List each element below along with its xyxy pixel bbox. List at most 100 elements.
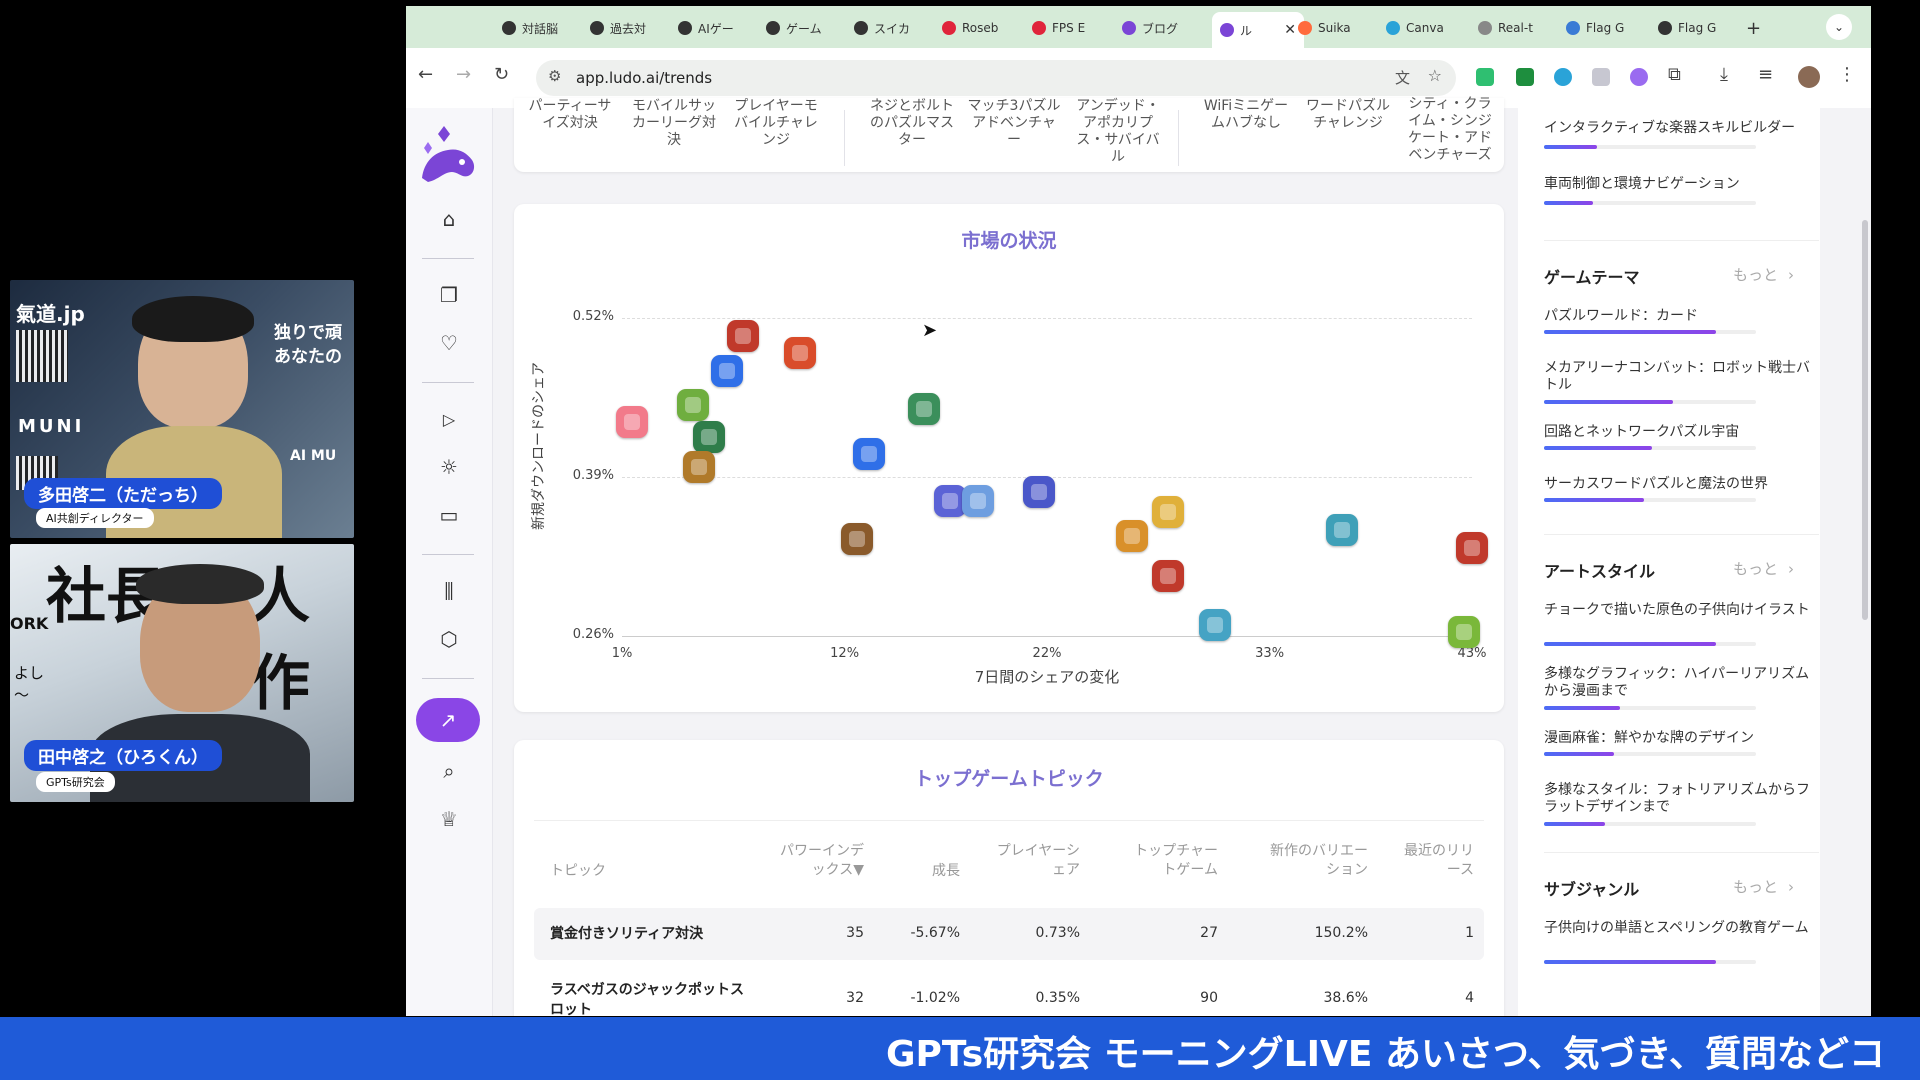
panel-item-label[interactable]: 多様なスタイル：フォトリアリズムからフラットデザインまで — [1544, 782, 1814, 816]
favorites-heart-icon[interactable]: ♡ — [434, 328, 464, 358]
scatter-point-game-icon[interactable] — [852, 437, 885, 470]
th-growth[interactable]: 成長 — [894, 862, 960, 881]
panel-item-label[interactable]: 多様なグラフィック：ハイパーリアリズムから漫画まで — [1544, 666, 1814, 700]
browser-tab[interactable]: ル ✕ — [1212, 12, 1304, 48]
topic-header-label[interactable]: アンデッド・アポカリプス・サバイバル — [1070, 98, 1166, 166]
scatter-point-game-icon[interactable] — [840, 523, 873, 556]
chat-icon[interactable]: ▭ — [434, 500, 464, 530]
scatter-point-game-icon[interactable] — [1447, 616, 1480, 649]
profile-avatar[interactable] — [1798, 66, 1820, 88]
browser-tab[interactable]: 過去対 — [590, 14, 668, 42]
section-more-link[interactable]: もっと › — [1733, 876, 1794, 897]
home-icon[interactable]: ⌂ — [434, 204, 464, 234]
media-control-icon[interactable]: ≡ — [1758, 64, 1773, 85]
menu-dots-icon[interactable]: ⋮ — [1838, 64, 1856, 85]
theme-item-label[interactable]: インタラクティブな楽器スキルビルダー — [1544, 120, 1814, 137]
tab-search-chevron-icon[interactable]: ⌄ — [1826, 14, 1852, 40]
play-icon[interactable]: ▷ — [434, 404, 464, 434]
search-icon[interactable]: ⌕ — [434, 756, 464, 786]
lightbulb-icon[interactable]: ☼ — [434, 452, 464, 482]
scatter-point-game-icon[interactable] — [907, 392, 940, 425]
extension-purple-icon[interactable] — [1630, 68, 1648, 86]
panel-item-label[interactable]: 漫画麻雀：鮮やかな牌のデザイン — [1544, 730, 1814, 747]
panel-item-label[interactable]: パズルワールド：カード — [1544, 308, 1814, 325]
extension-circle-icon[interactable] — [1554, 68, 1572, 86]
scatter-point-game-icon[interactable] — [933, 485, 966, 518]
th-player-share[interactable]: プレイヤーシェア — [994, 842, 1080, 880]
row-topic-name[interactable]: ラスベガスのジャックポットスロット — [550, 980, 750, 1016]
panel-item-label[interactable]: 回路とネットワークパズル宇宙 — [1544, 424, 1814, 441]
browser-tab[interactable]: AIゲー — [678, 14, 756, 42]
page-scrollbar[interactable] — [1862, 220, 1868, 620]
browser-tab[interactable]: スイカ — [854, 14, 932, 42]
topic-header-label[interactable]: ネジとボルトのパズルマスター — [864, 98, 960, 149]
browser-tab[interactable]: FPS E — [1032, 14, 1112, 42]
theme-item-label[interactable]: 車両制御と環境ナビゲーション — [1544, 176, 1814, 193]
browser-tab[interactable]: Roseb — [942, 14, 1022, 42]
address-bar[interactable]: ⚙ app.ludo.ai/trends 文 ☆ — [536, 60, 1456, 96]
browser-tab[interactable]: 対話脳 — [502, 14, 580, 42]
new-tab-button[interactable]: + — [1746, 14, 1761, 42]
scatter-point-game-icon[interactable] — [1198, 608, 1231, 641]
site-settings-icon[interactable]: ⚙ — [548, 67, 561, 85]
reload-icon[interactable]: ↻ — [494, 64, 509, 85]
scatter-point-game-icon[interactable] — [1116, 519, 1148, 552]
row-topic-name[interactable]: 賞金付きソリティア対決 — [550, 924, 703, 944]
scatter-point-game-icon[interactable] — [784, 337, 817, 370]
extension-mail-icon[interactable] — [1592, 68, 1610, 86]
browser-tab[interactable]: Canva — [1386, 14, 1468, 42]
th-recent-releases[interactable]: 最近のリリース — [1394, 842, 1474, 880]
topic-header-label[interactable]: ワードパズルチャレンジ — [1300, 98, 1396, 132]
section-more-link[interactable]: もっと › — [1733, 264, 1794, 285]
speaker-role-top: AI共創ディレクター — [36, 508, 154, 528]
topic-header-label[interactable]: パーティーサイズ対決 — [522, 98, 618, 132]
browser-tab[interactable]: ブログ — [1122, 14, 1202, 42]
scatter-point-game-icon[interactable] — [616, 405, 649, 438]
scatter-point-game-icon[interactable] — [693, 420, 726, 453]
th-top-chart-games[interactable]: トップチャートゲーム — [1128, 842, 1218, 880]
topic-header-label[interactable]: マッチ3パズルアドベンチャー — [966, 98, 1062, 149]
browser-tab[interactable]: Flag G — [1658, 14, 1732, 42]
tab-close-icon[interactable]: ✕ — [1284, 22, 1296, 38]
trends-icon[interactable]: ↗ — [416, 698, 480, 742]
browser-tab[interactable]: Suika — [1298, 14, 1376, 42]
forward-icon[interactable]: → — [456, 64, 471, 85]
th-topic[interactable]: トピック — [550, 862, 606, 881]
topic-header-label[interactable]: WiFiミニゲームハブなし — [1198, 98, 1294, 132]
scatter-point-game-icon[interactable] — [711, 354, 744, 387]
topic-header-label[interactable]: プレイヤーモバイルチャレンジ — [728, 98, 824, 149]
scatter-point-game-icon[interactable] — [1152, 496, 1185, 529]
ludo-logo-icon[interactable] — [414, 122, 484, 186]
scatter-point-game-icon[interactable] — [682, 451, 715, 484]
back-icon[interactable]: ← — [418, 64, 433, 85]
scatter-point-game-icon[interactable] — [676, 388, 709, 421]
cube-icon[interactable]: ⬡ — [434, 624, 464, 654]
copy-icon[interactable]: ❐ — [434, 280, 464, 310]
browser-tab[interactable]: ゲーム — [766, 14, 844, 42]
scatter-point-game-icon[interactable] — [727, 320, 760, 353]
download-icon[interactable]: ⤓ — [1720, 64, 1728, 85]
library-icon[interactable]: ⫼ — [434, 576, 464, 606]
extensions-puzzle-icon[interactable]: ⧉ — [1668, 64, 1681, 85]
scatter-point-game-icon[interactable] — [1456, 531, 1488, 564]
browser-tab[interactable]: Flag G — [1566, 14, 1648, 42]
scatter-point-game-icon[interactable] — [1326, 513, 1359, 546]
bookmark-star-icon[interactable]: ☆ — [1428, 66, 1442, 85]
scatter-point-game-icon[interactable] — [1022, 475, 1055, 508]
panel-item-label[interactable]: サーカスワードパズルと魔法の世界 — [1544, 476, 1814, 493]
translate-icon[interactable]: 文 — [1395, 67, 1410, 88]
extension-doc-icon[interactable] — [1516, 68, 1534, 86]
th-power-index[interactable]: パワーインデックス▼ — [768, 842, 864, 880]
scatter-point-game-icon[interactable] — [962, 485, 995, 518]
th-new-variations[interactable]: 新作のバリエーション — [1258, 842, 1368, 880]
panel-item-label[interactable]: メカアリーナコンバット：ロボット戦士バトル — [1544, 360, 1814, 394]
extension-k-icon[interactable] — [1476, 68, 1494, 86]
topic-header-label[interactable]: モバイルサッカーリーグ対決 — [626, 98, 722, 149]
panel-item-label[interactable]: 子供向けの単語とスペリングの教育ゲーム — [1544, 920, 1814, 937]
scatter-point-game-icon[interactable] — [1152, 560, 1185, 593]
trophy-icon[interactable]: ♕ — [434, 804, 464, 834]
browser-tab[interactable]: Real-t — [1478, 14, 1556, 42]
panel-item-label[interactable]: チョークで描いた原色の子供向けイラスト — [1544, 602, 1814, 619]
section-more-link[interactable]: もっと › — [1733, 558, 1794, 579]
topic-header-label[interactable]: シティ・クライム・シンジケート・アドベンチャーズ — [1402, 96, 1498, 164]
